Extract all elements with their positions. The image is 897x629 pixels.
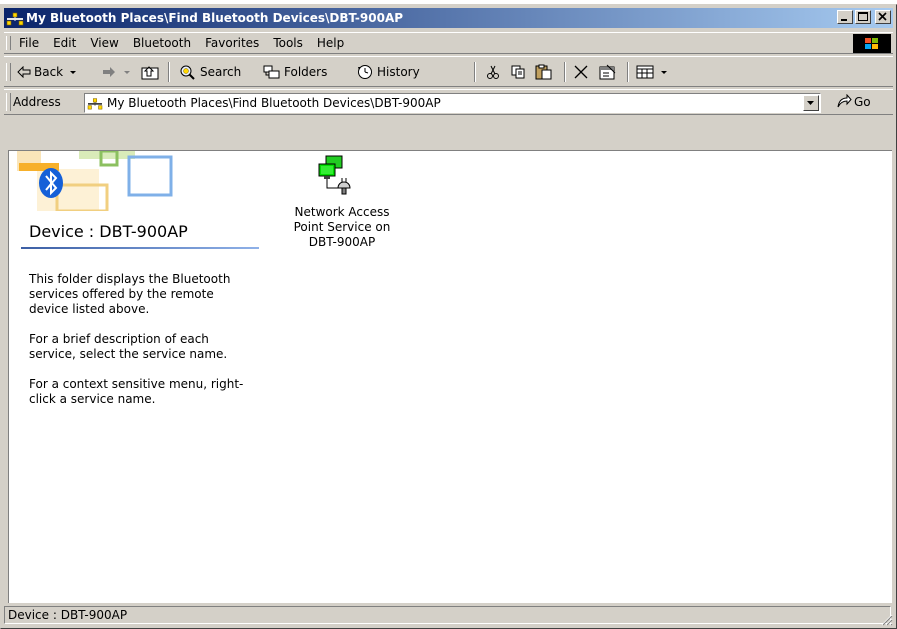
minimize-icon bbox=[841, 19, 847, 21]
up-folder-icon bbox=[141, 66, 159, 80]
folders-icon bbox=[263, 65, 280, 79]
menu-tools[interactable]: Tools bbox=[266, 36, 310, 51]
title-bar[interactable]: My Bluetooth Places\Find Bluetooth Devic… bbox=[4, 8, 893, 28]
up-folder-button[interactable] bbox=[141, 62, 159, 82]
folders-label: Folders bbox=[284, 65, 328, 79]
toolbar-grip[interactable] bbox=[6, 63, 11, 81]
address-label: Address bbox=[13, 95, 61, 109]
description-paragraph: For a context sensitive menu, right-clic… bbox=[29, 377, 244, 406]
maximize-icon bbox=[858, 12, 868, 21]
scissors-icon bbox=[487, 65, 499, 79]
close-button[interactable] bbox=[875, 10, 891, 24]
menu-bar: File Edit View Bluetooth Favorites Tools… bbox=[4, 32, 893, 54]
window-title: My Bluetooth Places\Find Bluetooth Devic… bbox=[26, 11, 404, 25]
chevron-down-icon bbox=[807, 101, 814, 105]
toolbar-separator bbox=[627, 62, 629, 82]
copy-button[interactable] bbox=[510, 62, 526, 82]
menu-help[interactable]: Help bbox=[310, 36, 351, 51]
description-paragraph: This folder displays the Bluetooth servi… bbox=[29, 272, 231, 316]
bluetooth-places-icon bbox=[6, 12, 24, 26]
menu-favorites[interactable]: Favorites bbox=[198, 36, 266, 51]
folder-view: Device : DBT-900AP This folder displays … bbox=[8, 150, 892, 603]
menu-file[interactable]: File bbox=[12, 36, 46, 51]
go-arrow-icon bbox=[837, 94, 852, 108]
paste-button[interactable] bbox=[535, 62, 553, 82]
address-value: My Bluetooth Places\Find Bluetooth Devic… bbox=[107, 96, 441, 110]
forward-arrow-icon bbox=[103, 67, 115, 77]
views-button[interactable] bbox=[636, 62, 670, 82]
device-title: Device : DBT-900AP bbox=[29, 222, 188, 241]
search-label: Search bbox=[200, 65, 242, 79]
maximize-button[interactable] bbox=[855, 10, 871, 24]
go-label: Go bbox=[854, 95, 871, 109]
properties-button[interactable] bbox=[599, 62, 617, 82]
toolbar-separator bbox=[474, 62, 476, 82]
toolbar-separator bbox=[564, 62, 566, 82]
device-title-underline bbox=[21, 247, 259, 249]
description-paragraph: For a brief description of each service,… bbox=[29, 332, 228, 361]
delete-x-icon bbox=[574, 65, 588, 79]
views-dropdown-icon[interactable] bbox=[658, 66, 670, 78]
address-bar-grip[interactable] bbox=[6, 93, 11, 111]
back-dropdown-icon[interactable] bbox=[67, 66, 79, 78]
address-bar: Address My Bluetooth Places\Find Bluetoo… bbox=[4, 89, 893, 115]
back-label: Back bbox=[34, 65, 64, 79]
bluetooth-places-icon bbox=[87, 98, 103, 110]
resize-grip-icon[interactable] bbox=[879, 612, 893, 626]
back-button[interactable]: Back bbox=[17, 62, 79, 82]
delete-button[interactable] bbox=[573, 62, 589, 82]
search-button[interactable]: Search bbox=[179, 62, 241, 82]
views-icon bbox=[636, 65, 654, 79]
standard-toolbar: Back Search Folders History bbox=[4, 56, 893, 87]
folder-description: This folder displays the Bluetooth servi… bbox=[29, 272, 249, 422]
toolbar-separator bbox=[168, 62, 170, 82]
history-label: History bbox=[377, 65, 420, 79]
address-input[interactable]: My Bluetooth Places\Find Bluetooth Devic… bbox=[84, 93, 821, 113]
close-icon bbox=[878, 12, 887, 21]
history-button[interactable]: History bbox=[356, 62, 420, 82]
address-dropdown-button[interactable] bbox=[803, 95, 819, 111]
history-icon bbox=[358, 65, 372, 79]
service-label[interactable]: Network Access Point Service on DBT-900A… bbox=[287, 205, 397, 250]
go-button[interactable]: Go bbox=[836, 94, 871, 110]
minimize-button[interactable] bbox=[837, 10, 853, 24]
status-text: Device : DBT-900AP bbox=[4, 606, 891, 624]
forward-button[interactable] bbox=[102, 62, 133, 82]
cut-button[interactable] bbox=[485, 62, 501, 82]
back-arrow-icon bbox=[17, 66, 31, 78]
menu-edit[interactable]: Edit bbox=[46, 36, 83, 51]
copy-icon bbox=[511, 65, 525, 79]
menu-view[interactable]: View bbox=[83, 36, 125, 51]
menu-bar-grip[interactable] bbox=[6, 36, 11, 50]
explorer-window: My Bluetooth Places\Find Bluetooth Devic… bbox=[0, 4, 897, 629]
folders-button[interactable]: Folders bbox=[263, 62, 327, 82]
windows-flag-icon bbox=[865, 37, 878, 49]
forward-dropdown-icon[interactable] bbox=[121, 66, 133, 78]
windows-logo bbox=[853, 34, 891, 53]
network-access-point-icon[interactable] bbox=[316, 154, 356, 198]
search-icon bbox=[180, 65, 195, 80]
status-bar: Device : DBT-900AP bbox=[4, 604, 893, 626]
menu-bluetooth[interactable]: Bluetooth bbox=[126, 36, 198, 51]
bluetooth-banner bbox=[17, 151, 173, 211]
paste-icon bbox=[535, 64, 552, 80]
properties-icon bbox=[599, 64, 616, 80]
